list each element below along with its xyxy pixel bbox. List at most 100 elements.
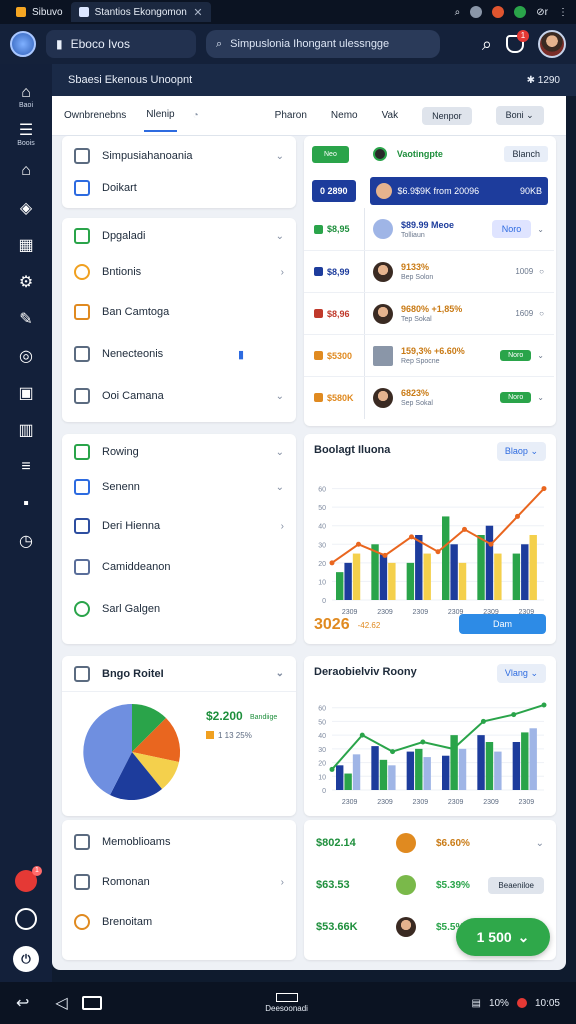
clock-time: 10:05: [534, 997, 560, 1009]
list-item[interactable]: Deri Hienna ›: [62, 506, 296, 546]
tab-active[interactable]: Nlenip: [144, 99, 177, 132]
search-input[interactable]: Simpuslonia Ihongant ulessngge: [230, 38, 389, 50]
bar: [442, 755, 450, 790]
tab-overview[interactable]: Ownbrenebns: [62, 100, 128, 131]
filter-pill[interactable]: Nenpor: [422, 106, 472, 125]
list-item[interactable]: Ban Camtoga: [62, 292, 296, 332]
chevron-down-icon[interactable]: ⌄: [276, 668, 284, 679]
list-item[interactable]: Memoblioams: [62, 822, 296, 862]
list-item[interactable]: Camiddeanon: [62, 546, 296, 588]
row-sub: Tep Sokal: [401, 316, 432, 323]
branch-dropdown[interactable]: Blanch: [504, 146, 548, 162]
back-icon[interactable]: ↩: [16, 993, 29, 1013]
list-item[interactable]: Nenecteonis ▮: [62, 332, 296, 376]
sidebar-item-globe[interactable]: ◎: [0, 337, 52, 374]
extension-icon[interactable]: [514, 6, 527, 18]
table-row[interactable]: $8,95 $89.99 Meoe Tolliaun Noro ⌄: [304, 208, 554, 250]
home-indicator[interactable]: Deesoonadi: [265, 993, 308, 1013]
refresh-icon[interactable]: ⌕: [455, 7, 461, 18]
row-button[interactable]: Noro: [500, 350, 532, 361]
row-button[interactable]: Noro: [500, 392, 532, 403]
sidebar-item-clock[interactable]: ◷: [0, 522, 52, 559]
list-item[interactable]: Simpusiahanoania ⌄: [62, 140, 296, 172]
table-row[interactable]: $580K 6823% Sep Sokal Noro ⌄: [304, 376, 554, 419]
list-item[interactable]: Dpgaladi ⌄: [62, 220, 296, 252]
tab-info-icon[interactable]: ◔: [193, 110, 199, 121]
filter-dropdown[interactable]: Boni ⌄: [495, 106, 544, 125]
pie-card: Bngo RoiteI ⌄ $2.200 Bandiige 1 13 25%: [62, 656, 296, 816]
alert-icon[interactable]: 1: [15, 866, 42, 892]
list-item[interactable]: Ooi Camana ⌄: [62, 376, 296, 416]
fab-label: 1 500: [476, 929, 512, 945]
chevron-down-icon: ⌄: [275, 230, 284, 242]
list-item[interactable]: Doikart: [62, 172, 296, 204]
sidebar-item-settings[interactable]: ⚙: [0, 263, 52, 300]
row-tag[interactable]: Noro: [491, 220, 532, 238]
extension-icon[interactable]: [492, 6, 505, 18]
chart-range-dropdown[interactable]: Vlang ⌄: [496, 664, 546, 683]
sidebar-item-edit[interactable]: ✎: [0, 300, 52, 337]
bar: [344, 773, 352, 790]
lock-icon: ▮: [237, 348, 244, 361]
row-button[interactable]: Beaeniloe: [488, 876, 544, 894]
list-item[interactable]: $802.14 $6.60% ⌄: [304, 822, 556, 864]
user-avatar[interactable]: [538, 30, 566, 58]
browser-tab-2[interactable]: Stantios Ekongomon ✕: [70, 2, 211, 22]
list-item[interactable]: Romonan ›: [62, 862, 296, 902]
app-switcher[interactable]: ▮ Eboco Ivos: [46, 30, 196, 58]
row-sub: Bep Solon: [401, 274, 434, 281]
sidebar-item-grid[interactable]: ▦: [0, 226, 52, 263]
sidebar-item-shield[interactable]: ◈: [0, 189, 52, 226]
sidebar-item-table[interactable]: ▥: [0, 411, 52, 448]
floating-action-button[interactable]: 1 500 ⌄: [456, 918, 550, 956]
triangle-icon[interactable]: ◁: [55, 993, 67, 1013]
list-item[interactable]: Senenn ⌄: [62, 468, 296, 506]
sidebar-item-home[interactable]: ⌂ Baoi: [0, 78, 52, 115]
help-icon[interactable]: [15, 908, 37, 930]
chart-title: Boolagt Iluona: [314, 444, 391, 456]
bar: [512, 742, 521, 790]
list-item[interactable]: Brenoitam: [62, 902, 296, 942]
list-item[interactable]: Bntionis ›: [62, 252, 296, 292]
tab-vak[interactable]: Vak: [382, 110, 399, 121]
bar: [521, 732, 529, 790]
list-item[interactable]: $63.53 $5.39% Beaeniloe: [304, 864, 556, 906]
app-logo[interactable]: [10, 31, 36, 57]
more-icon[interactable]: ⋮: [558, 7, 568, 18]
x-tick-label: 2309: [342, 799, 358, 806]
search-icon[interactable]: ⌕: [482, 34, 492, 55]
new-button[interactable]: Neo: [312, 145, 349, 163]
open-button[interactable]: Dam: [458, 614, 546, 634]
extension-icon[interactable]: [470, 6, 483, 18]
recents-icon[interactable]: [81, 996, 102, 1010]
table-row[interactable]: $8,99 9133% Bep Solon 1009 ○: [304, 250, 554, 293]
sidebar-item-building[interactable]: ⌂: [0, 152, 52, 189]
list-item[interactable]: Rowing ⌄: [62, 436, 296, 468]
power-icon[interactable]: ⏻: [13, 946, 39, 972]
close-tab-icon[interactable]: ✕: [193, 6, 202, 19]
badge-icon: [74, 914, 90, 930]
table-row[interactable]: $8,96 9680% +1,85% Tep Sokal 1609 ○: [304, 292, 554, 335]
chart-range-dropdown[interactable]: Blaop ⌄: [496, 442, 546, 461]
tab-nemo[interactable]: Nemo: [331, 110, 358, 121]
browser-tab-1[interactable]: Sibuvo: [8, 2, 71, 22]
sidebar-item-menu[interactable]: ≡: [0, 448, 52, 485]
filter-dropdown-label: Boni: [505, 110, 524, 120]
line-point: [541, 486, 547, 492]
notification-icon[interactable]: 1: [506, 30, 529, 53]
sidebar-item-image[interactable]: ▣: [0, 374, 52, 411]
table-row[interactable]: $5300 159,3% +6.60% Rep Spocne Noro ⌄: [304, 334, 554, 377]
sidebar-item-list[interactable]: ☰ Boois: [0, 115, 52, 152]
keyboard-icon[interactable]: ▤: [471, 998, 480, 1009]
highlight-row[interactable]: 0 2890 $6.9$9K from 20096 90KB: [304, 174, 556, 208]
row-value: $8,95: [327, 224, 350, 234]
search-bar[interactable]: ⌕ Simpuslonia Ihongant ulessngge: [206, 30, 440, 58]
y-tick-label: 50: [318, 505, 326, 512]
row-end: 1009: [515, 267, 534, 276]
list-item-label: Simpusiahanoania: [102, 150, 193, 162]
tab-pharon[interactable]: Pharon: [275, 110, 307, 121]
sidebar-item-doc[interactable]: ▪: [0, 485, 52, 522]
list-item[interactable]: Sarl Galgen: [62, 588, 296, 630]
bar-chart-card: Boolagt Iluona Blaop ⌄ 0 10 20 30 40 50 60 2309…: [304, 434, 556, 644]
list-item-label: Doikart: [102, 182, 137, 194]
